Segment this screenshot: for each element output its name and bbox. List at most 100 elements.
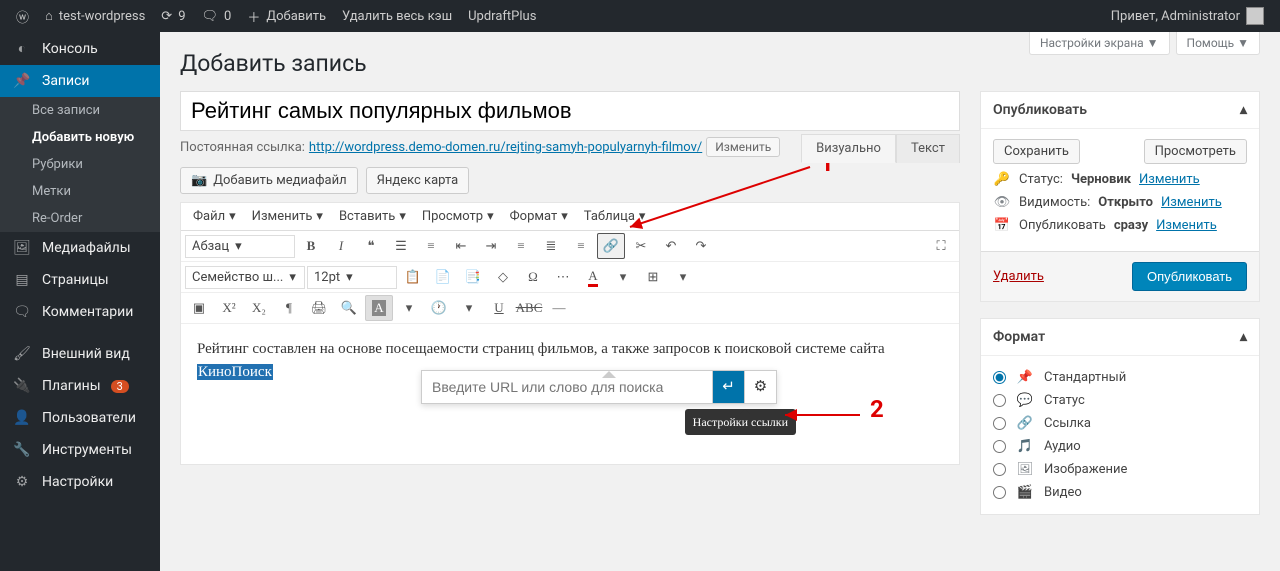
unlink-button[interactable]: ✂: [627, 233, 655, 259]
sidebar-item-users[interactable]: 👤Пользователи: [0, 402, 160, 434]
save-draft-button[interactable]: Сохранить: [993, 139, 1080, 164]
sidebar-item-plugins[interactable]: 🔌Плагины3: [0, 370, 160, 402]
sub-categories[interactable]: Рубрики: [0, 151, 160, 178]
clear-format-button[interactable]: ◇: [489, 264, 517, 290]
bold-button[interactable]: B: [297, 233, 325, 259]
sidebar-item-pages[interactable]: ▤Страницы: [0, 264, 160, 296]
yandex-map-button[interactable]: Яндекс карта: [366, 167, 470, 194]
updraft[interactable]: UpdraftPlus: [460, 0, 544, 32]
publish-button[interactable]: Опубликовать: [1132, 262, 1247, 291]
format-radio[interactable]: [993, 371, 1006, 384]
undo-button[interactable]: ↶: [657, 233, 685, 259]
special-char-button[interactable]: Ω: [519, 264, 547, 290]
menu-file[interactable]: Файл▾: [185, 205, 244, 228]
bullet-list-button[interactable]: ☰: [387, 233, 415, 259]
indent-button[interactable]: ⇥: [477, 233, 505, 259]
blockquote-button[interactable]: ❝: [357, 233, 385, 259]
menu-insert[interactable]: Вставить▾: [331, 205, 414, 228]
hr-button[interactable]: —: [545, 295, 573, 321]
permalink-url[interactable]: http://wordpress.demo-domen.ru/rejting-s…: [309, 140, 702, 155]
tab-text[interactable]: Текст: [896, 134, 960, 163]
screen-options-tab[interactable]: Настройки экрана ▼: [1029, 32, 1170, 55]
format-link[interactable]: 🔗Ссылка: [993, 412, 1247, 435]
my-account[interactable]: Привет, Administrator: [1103, 0, 1272, 32]
paste-text-button[interactable]: 📄: [429, 264, 457, 290]
edit-status-link[interactable]: Изменить: [1139, 172, 1200, 187]
delete-link[interactable]: Удалить: [993, 269, 1044, 284]
format-status[interactable]: 💬Статус: [993, 389, 1247, 412]
format-radio[interactable]: [993, 394, 1006, 407]
sidebar-item-comments[interactable]: 🗨Комментарии: [0, 296, 160, 328]
format-radio[interactable]: [993, 463, 1006, 476]
fullscreen-button[interactable]: ⛶: [927, 233, 955, 259]
link-url-input[interactable]: [422, 371, 712, 403]
font-size-select[interactable]: 12pt▾: [307, 266, 397, 289]
format-video[interactable]: 🎬Видео: [993, 481, 1247, 504]
sub-tags[interactable]: Метки: [0, 178, 160, 205]
tab-visual[interactable]: Визуально: [801, 134, 896, 163]
menu-view[interactable]: Просмотр▾: [414, 205, 502, 228]
number-list-button[interactable]: ≡: [417, 233, 445, 259]
italic-button[interactable]: I: [327, 233, 355, 259]
sub-add-new[interactable]: Добавить новую: [0, 124, 160, 151]
print-button[interactable]: 🖨: [305, 295, 333, 321]
sidebar-item-console[interactable]: ◐Консоль: [0, 32, 160, 65]
updates[interactable]: ⟳9: [153, 0, 193, 32]
post-title-input[interactable]: [180, 91, 960, 131]
sidebar-item-posts[interactable]: 📌Записи: [0, 65, 160, 97]
sidebar-item-tools[interactable]: 🔧Инструменты: [0, 434, 160, 466]
block-format-select[interactable]: Абзац▾: [185, 235, 295, 258]
datetime-button[interactable]: 🕐: [425, 295, 453, 321]
table-button[interactable]: ⊞: [639, 264, 667, 290]
sidebar-item-appearance[interactable]: 🖌Внешний вид: [0, 338, 160, 370]
font-family-select[interactable]: Семейство ш...▾: [185, 266, 305, 289]
wp-logo[interactable]: ⓦ: [8, 0, 37, 32]
highlight-button[interactable]: A: [365, 295, 393, 321]
format-audio[interactable]: 🎵Аудио: [993, 435, 1247, 458]
table-dropdown[interactable]: ▾: [669, 264, 697, 290]
sidebar-item-settings[interactable]: ⚙Настройки: [0, 466, 160, 498]
edit-visibility-link[interactable]: Изменить: [1161, 195, 1222, 210]
strike-button[interactable]: ABC: [515, 295, 543, 321]
pilcrow-button[interactable]: ¶: [275, 295, 303, 321]
code-button[interactable]: ▣: [185, 295, 213, 321]
link-settings-button[interactable]: ⚙: [744, 371, 776, 403]
superscript-button[interactable]: X²: [215, 295, 243, 321]
underline-button[interactable]: U: [485, 295, 513, 321]
format-standard[interactable]: 📌Стандартный: [993, 366, 1247, 389]
edit-slug-button[interactable]: Изменить: [706, 137, 780, 157]
new-content[interactable]: ＋Добавить: [239, 0, 334, 32]
align-center-button[interactable]: ≣: [537, 233, 565, 259]
preview-button[interactable]: Просмотреть: [1144, 139, 1247, 164]
subscript-button[interactable]: X₂: [245, 295, 273, 321]
menu-edit[interactable]: Изменить▾: [244, 205, 331, 228]
align-left-button[interactable]: ≡: [507, 233, 535, 259]
format-image[interactable]: 🖼Изображение: [993, 458, 1247, 481]
insert-link-button[interactable]: 🔗: [597, 233, 625, 259]
align-right-button[interactable]: ≡: [567, 233, 595, 259]
outdent-button[interactable]: ⇤: [447, 233, 475, 259]
datetime-dropdown[interactable]: ▾: [455, 295, 483, 321]
search-replace-button[interactable]: 🔍: [335, 295, 363, 321]
menu-table[interactable]: Таблица▾: [576, 205, 654, 228]
editor-content[interactable]: Рейтинг составлен на основе посещаемости…: [181, 324, 959, 464]
add-media-button[interactable]: 📷Добавить медиафайл: [180, 167, 358, 194]
sidebar-item-media[interactable]: 🖼Медиафайлы: [0, 232, 160, 264]
comments[interactable]: 🗨0: [194, 0, 240, 32]
edit-schedule-link[interactable]: Изменить: [1156, 218, 1217, 233]
menu-format[interactable]: Формат▾: [502, 205, 576, 228]
sub-all-posts[interactable]: Все записи: [0, 97, 160, 124]
format-radio[interactable]: [993, 417, 1006, 430]
format-radio[interactable]: [993, 440, 1006, 453]
redo-button[interactable]: ↷: [687, 233, 715, 259]
sub-reorder[interactable]: Re-Order: [0, 205, 160, 232]
bg-color-button[interactable]: ▾: [609, 264, 637, 290]
format-heading[interactable]: Формат▴: [981, 319, 1259, 356]
text-color-button[interactable]: A: [579, 264, 607, 290]
paste-word-button[interactable]: 📑: [459, 264, 487, 290]
site-name[interactable]: ⌂test-wordpress: [37, 0, 153, 32]
more-button[interactable]: ⋯: [549, 264, 577, 290]
clear-cache[interactable]: Удалить весь кэш: [334, 0, 460, 32]
highlight-dropdown[interactable]: ▾: [395, 295, 423, 321]
publish-heading[interactable]: Опубликовать▴: [981, 92, 1259, 129]
